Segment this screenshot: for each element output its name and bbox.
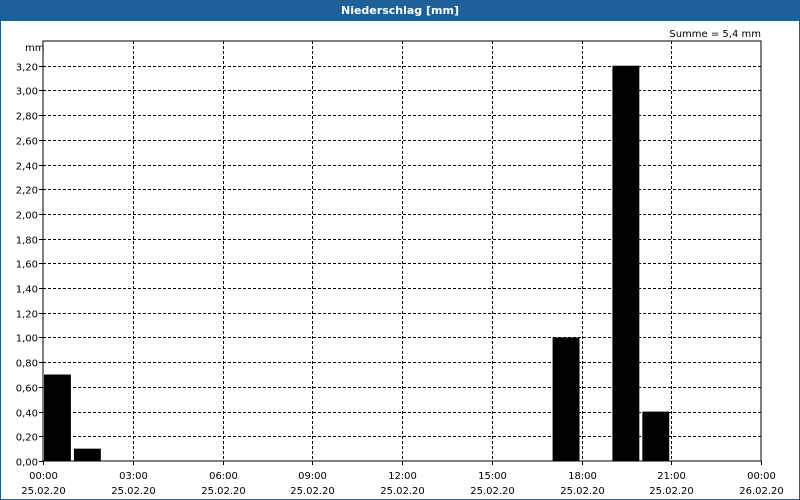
- x-tick-date-label: 25.02.20: [111, 486, 156, 497]
- y-tick-label: 0,40: [16, 409, 38, 420]
- precipitation-bar: [73, 448, 101, 461]
- x-tick-time-label: 03:00: [119, 471, 148, 482]
- x-tick-date-label: 25.02.20: [290, 486, 335, 497]
- x-tick-date-label: 25.02.20: [201, 486, 246, 497]
- y-tick-label: 1,60: [16, 260, 38, 271]
- precipitation-bar: [44, 374, 71, 461]
- y-tick-label: 1,00: [16, 334, 38, 345]
- precipitation-bar: [552, 337, 580, 461]
- y-tick-label: 1,20: [16, 310, 38, 321]
- y-tick-label: 1,40: [16, 285, 38, 296]
- y-tick-label: 3,20: [16, 63, 38, 74]
- x-tick-date-label: 25.02.20: [649, 486, 694, 497]
- y-tick-label: 2,00: [16, 211, 38, 222]
- x-tick-time-label: 00:00: [747, 471, 776, 482]
- x-tick-date-label: 25.02.20: [470, 486, 515, 497]
- y-tick-label: 0,60: [16, 384, 38, 395]
- y-unit-label: mm: [25, 43, 44, 54]
- y-tick-label: 1,80: [16, 236, 38, 247]
- x-tick-date-label: 25.02.20: [21, 486, 66, 497]
- y-tick-label: 3,00: [16, 87, 38, 98]
- y-tick-label: 2,80: [16, 112, 38, 123]
- precipitation-chart: 0,00 0,20 0,40 0,60 0,80 1,00 1,20 1,40 1,60 1,80…: [16, 29, 784, 497]
- x-tick-time-label: 00:00: [29, 471, 58, 482]
- chart-window: Niederschlag [mm] 0,00 0,20 0,40 0,60 0,80 1,…: [0, 0, 800, 500]
- x-tick-date-label: 26.02.20: [739, 486, 784, 497]
- x-tick-time-label: 18:00: [568, 471, 597, 482]
- y-tick-label: 2,60: [16, 137, 38, 148]
- sum-label: Summe = 5,4 mm: [669, 29, 761, 40]
- y-tick-label: 2,20: [16, 186, 38, 197]
- y-tick-label: 0,20: [16, 433, 38, 444]
- x-tick-time-label: 06:00: [209, 471, 238, 482]
- x-tick-time-label: 12:00: [388, 471, 417, 482]
- precipitation-bar: [642, 411, 670, 461]
- x-tick-time-label: 09:00: [298, 471, 327, 482]
- y-tick-label: 0,80: [16, 359, 38, 370]
- x-tick-time-label: 15:00: [478, 471, 507, 482]
- y-tick-label: 0,00: [16, 458, 38, 469]
- precipitation-bar: [612, 65, 640, 462]
- x-tick-date-label: 25.02.20: [560, 486, 605, 497]
- x-tick-date-label: 25.02.20: [380, 486, 425, 497]
- x-tick-time-label: 21:00: [657, 471, 686, 482]
- y-tick-label: 2,40: [16, 162, 38, 173]
